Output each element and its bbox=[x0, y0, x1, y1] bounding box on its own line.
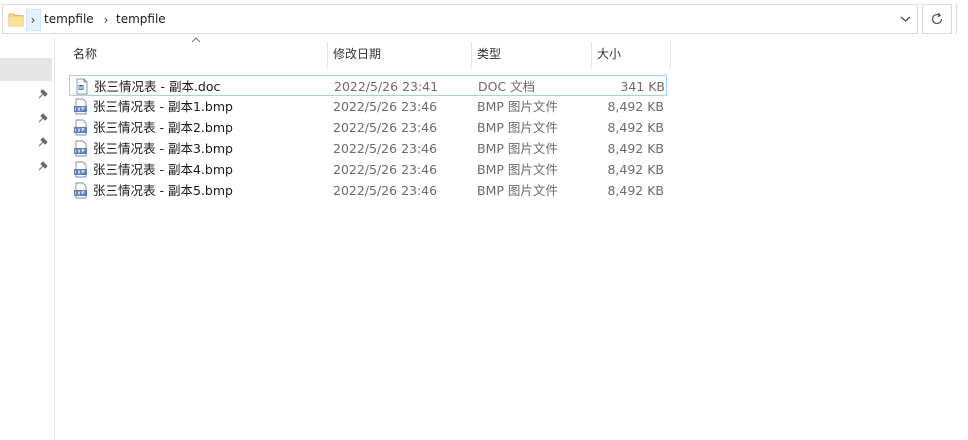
file-name[interactable]: 张三情况表 - 副本1.bmp bbox=[93, 96, 233, 117]
file-type: BMP 图片文件 bbox=[477, 183, 558, 198]
file-row[interactable]: 张三情况表 - 副本.doc 2022/5/26 23:41 DOC 文档 34… bbox=[69, 75, 667, 96]
chevron-right-icon: › bbox=[30, 13, 36, 27]
file-size: 8,492 KB bbox=[607, 120, 664, 135]
file-date: 2022/5/26 23:46 bbox=[333, 99, 438, 114]
bmp-file-icon bbox=[74, 98, 87, 115]
file-date: 2022/5/26 23:41 bbox=[334, 79, 439, 94]
file-date: 2022/5/26 23:46 bbox=[333, 183, 438, 198]
file-date: 2022/5/26 23:46 bbox=[333, 162, 438, 177]
navigation-pane bbox=[0, 38, 55, 440]
file-date: 2022/5/26 23:46 bbox=[333, 141, 438, 156]
column-divider[interactable] bbox=[670, 42, 671, 68]
address-history-dropdown[interactable] bbox=[895, 11, 915, 29]
refresh-button[interactable] bbox=[922, 4, 952, 34]
chevron-right-icon[interactable]: › bbox=[100, 12, 112, 28]
file-size: 341 KB bbox=[620, 79, 665, 94]
file-size: 8,492 KB bbox=[607, 99, 664, 114]
pin-icon[interactable] bbox=[37, 137, 49, 149]
doc-file-icon bbox=[76, 78, 88, 95]
address-bar[interactable]: › tempfile › tempfile bbox=[2, 4, 918, 34]
file-name[interactable]: 张三情况表 - 副本4.bmp bbox=[93, 159, 233, 180]
file-type: BMP 图片文件 bbox=[477, 162, 558, 177]
breadcrumb-expand-button[interactable]: › bbox=[26, 9, 41, 31]
pin-icon[interactable] bbox=[37, 161, 49, 173]
file-size: 8,492 KB bbox=[607, 141, 664, 156]
folder-icon bbox=[8, 13, 24, 27]
file-name[interactable]: 张三情况表 - 副本.doc bbox=[94, 76, 220, 97]
bmp-file-icon bbox=[74, 140, 87, 157]
search-box-edge[interactable] bbox=[956, 4, 968, 34]
column-header-date[interactable]: 修改日期 bbox=[328, 40, 471, 68]
file-size: 8,492 KB bbox=[607, 183, 664, 198]
file-type: DOC 文档 bbox=[478, 79, 536, 94]
file-name[interactable]: 张三情况表 - 副本2.bmp bbox=[93, 117, 233, 138]
nav-selected-item[interactable] bbox=[0, 58, 52, 81]
file-date: 2022/5/26 23:46 bbox=[333, 120, 438, 135]
file-row[interactable]: 张三情况表 - 副本4.bmp 2022/5/26 23:46 BMP 图片文件… bbox=[69, 159, 667, 180]
breadcrumb-item-tempfile-2[interactable]: tempfile bbox=[116, 12, 166, 26]
breadcrumb-item-tempfile-1[interactable]: tempfile bbox=[44, 12, 94, 26]
file-type: BMP 图片文件 bbox=[477, 99, 558, 114]
bmp-file-icon bbox=[74, 161, 87, 178]
file-size: 8,492 KB bbox=[607, 162, 664, 177]
column-header-size[interactable]: 大小 bbox=[592, 40, 670, 68]
file-type: BMP 图片文件 bbox=[477, 141, 558, 156]
file-row[interactable]: 张三情况表 - 副本3.bmp 2022/5/26 23:46 BMP 图片文件… bbox=[69, 138, 667, 159]
refresh-icon bbox=[931, 12, 943, 25]
file-name[interactable]: 张三情况表 - 副本5.bmp bbox=[93, 180, 233, 201]
column-header-type[interactable]: 类型 bbox=[472, 40, 591, 68]
bmp-file-icon bbox=[74, 182, 87, 199]
file-row[interactable]: 张三情况表 - 副本1.bmp 2022/5/26 23:46 BMP 图片文件… bbox=[69, 96, 667, 117]
pin-icon[interactable] bbox=[37, 113, 49, 125]
file-type: BMP 图片文件 bbox=[477, 120, 558, 135]
bmp-file-icon bbox=[74, 119, 87, 136]
column-header-name[interactable]: 名称 bbox=[68, 40, 327, 68]
file-row[interactable]: 张三情况表 - 副本2.bmp 2022/5/26 23:46 BMP 图片文件… bbox=[69, 117, 667, 138]
address-bar-row: › tempfile › tempfile bbox=[0, 0, 968, 38]
file-row[interactable]: 张三情况表 - 副本5.bmp 2022/5/26 23:46 BMP 图片文件… bbox=[69, 180, 667, 201]
pin-icon[interactable] bbox=[37, 89, 49, 101]
chevron-down-icon bbox=[900, 16, 910, 22]
file-name[interactable]: 张三情况表 - 副本3.bmp bbox=[93, 138, 233, 159]
